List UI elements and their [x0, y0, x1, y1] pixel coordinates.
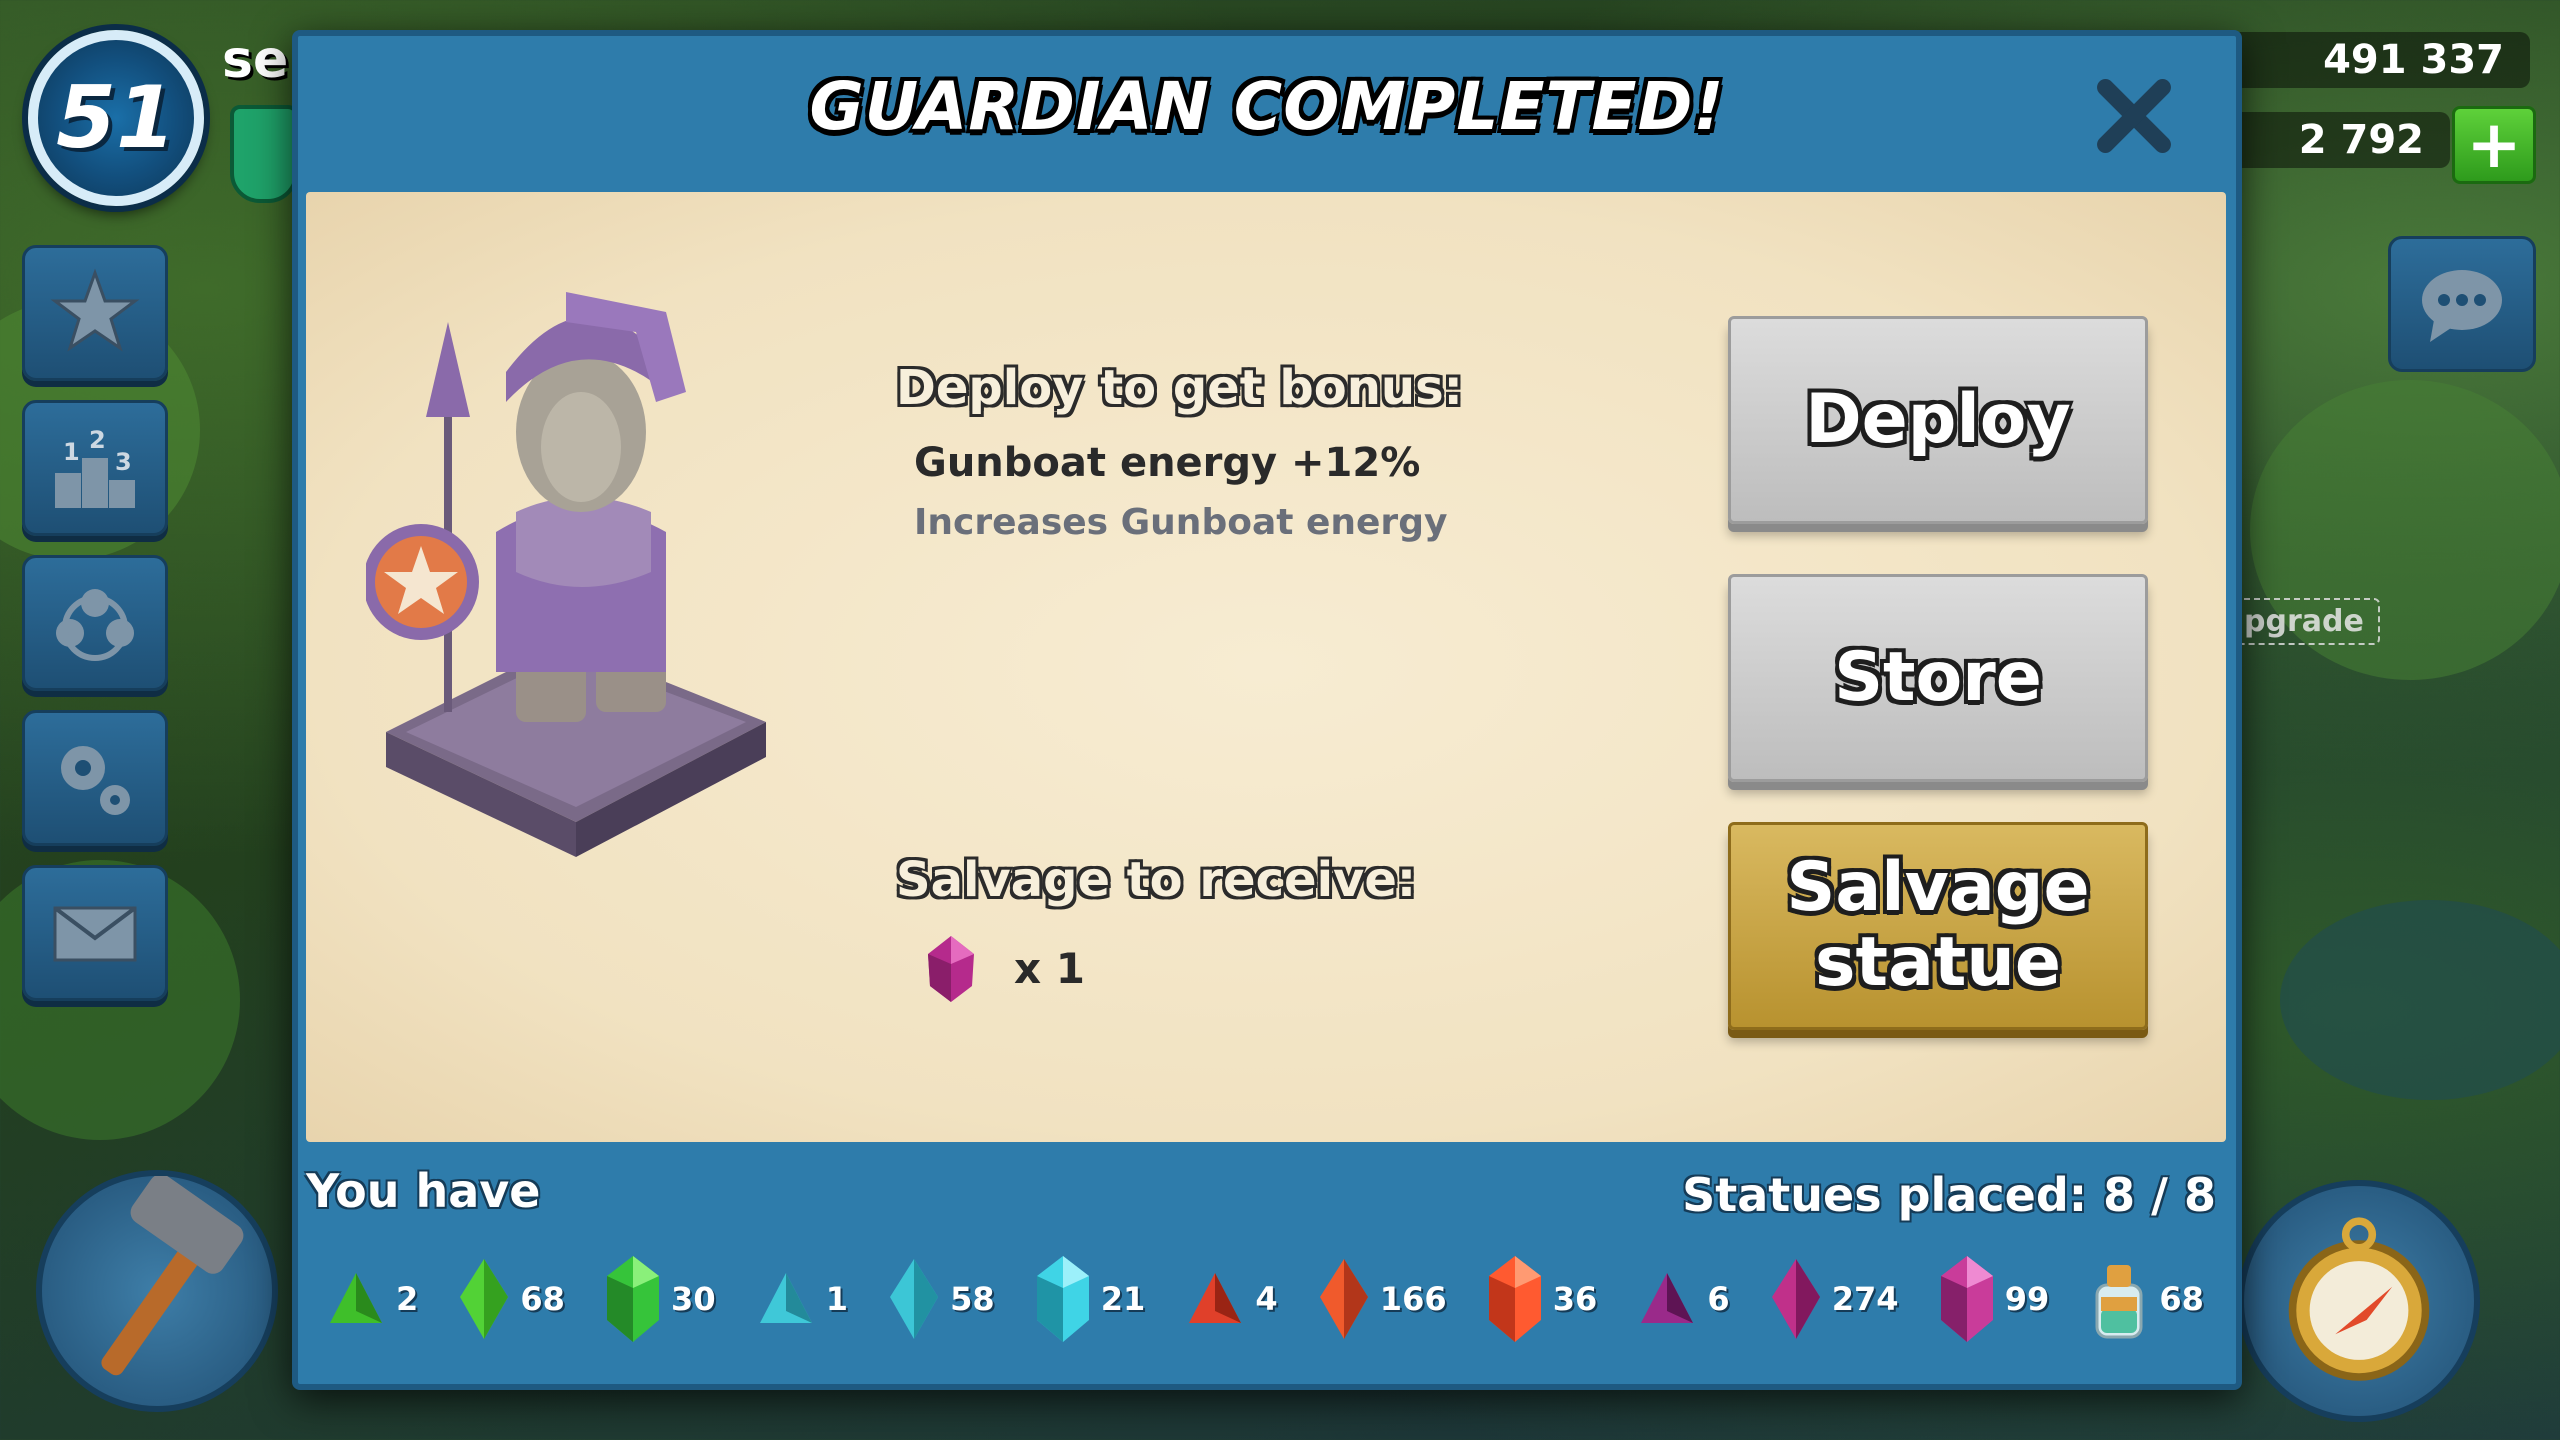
stars-icon — [50, 268, 140, 352]
inventory-item: 166 — [1316, 1257, 1447, 1341]
player-level: 51 — [56, 68, 176, 168]
inventory-count: 6 — [1707, 1280, 1730, 1318]
green-fragment-icon — [330, 1273, 382, 1323]
svg-text:2: 2 — [89, 426, 106, 454]
inventory-count: 1 — [825, 1280, 848, 1318]
inventory-count: 58 — [950, 1280, 995, 1318]
blue-fragment-icon — [759, 1273, 812, 1323]
inventory-item: 1 — [754, 1267, 848, 1331]
powder-jar-icon — [2095, 1265, 2143, 1339]
inventory-item: 6 — [1635, 1267, 1730, 1331]
ranking-podium-button[interactable]: 1 2 3 — [22, 400, 168, 536]
statues-placed-count: Statues placed: 8 / 8 — [1682, 1168, 2216, 1222]
inventory-count: 4 — [1255, 1280, 1278, 1318]
inventory-item: 4 — [1183, 1267, 1278, 1331]
inventory-item: 68 — [2087, 1257, 2204, 1341]
inventory-count: 2 — [396, 1280, 419, 1318]
salvage-button-label-line2: statue — [1815, 923, 2061, 1002]
inventory-item: 36 — [1485, 1254, 1598, 1344]
purple-shard-icon — [1771, 1259, 1820, 1339]
inventory-count: 99 — [2004, 1280, 2050, 1318]
bonus-description: Increases Gunboat energy — [914, 502, 1448, 543]
purple-fragment-icon — [1641, 1273, 1694, 1323]
inventory-count: 30 — [671, 1280, 716, 1318]
red-shard-icon — [1319, 1259, 1368, 1339]
bonus-heading: Deploy to get bonus: — [896, 360, 1463, 416]
gear-icon — [61, 746, 130, 815]
inventory-item: 99 — [1937, 1254, 2050, 1344]
salvage-statue-button[interactable]: Salvage statue — [1728, 822, 2148, 1030]
hammer-icon — [101, 1174, 244, 1376]
salvage-button-label-line1: Salvage — [1786, 848, 2090, 928]
task-force-button[interactable] — [22, 555, 168, 691]
inventory-count: 68 — [2159, 1280, 2204, 1318]
inventory-item: 21 — [1033, 1254, 1146, 1344]
player-level-badge[interactable]: 51 — [28, 30, 204, 206]
bonus-title: Gunboat energy +12% — [914, 440, 1421, 486]
you-have-label: You have — [306, 1164, 541, 1218]
water-area — [2280, 900, 2560, 1100]
blue-crystal-icon — [1036, 1256, 1089, 1342]
purple-crystal-icon — [928, 936, 974, 1002]
upgrade-tag[interactable]: pgrade — [2228, 598, 2380, 645]
salvage-quantity: x 1 — [1014, 944, 1085, 993]
guardian-completed-dialog: GUARDIAN COMPLETED! Deploy to get bonus:… — [292, 30, 2242, 1390]
inventory-item: 68 — [456, 1257, 565, 1341]
purple-crystal-icon — [1940, 1256, 1993, 1342]
map-compass-button[interactable] — [2238, 1180, 2480, 1422]
podium-icon: 1 2 3 — [55, 426, 135, 508]
svg-text:1: 1 — [63, 438, 80, 466]
inventory-count: 68 — [520, 1280, 565, 1318]
inventory-item: 58 — [886, 1257, 995, 1341]
crystal-inventory: 2 68 30 1 58 21 4 166 36 6 274 99 68 — [324, 1244, 2204, 1354]
build-hammer-button[interactable] — [36, 1170, 278, 1412]
inventory-count: 36 — [1552, 1280, 1598, 1318]
diamond-amount: 2 792 — [2298, 117, 2424, 163]
green-crystal-icon — [607, 1256, 660, 1342]
inventory-count: 166 — [1379, 1280, 1447, 1318]
compass-icon — [2288, 1217, 2430, 1381]
inventory-item: 30 — [603, 1254, 716, 1344]
dialog-title: GUARDIAN COMPLETED! — [809, 68, 1725, 145]
dialog-content-panel: Deploy to get bonus: Gunboat energy +12%… — [306, 192, 2226, 1142]
rank-shield-icon[interactable] — [230, 105, 298, 203]
close-icon — [2097, 79, 2171, 153]
red-fragment-icon — [1189, 1273, 1242, 1323]
inventory-item: 274 — [1768, 1257, 1899, 1341]
player-name: se — [222, 30, 289, 90]
green-shard-icon — [460, 1259, 509, 1339]
gold-amount: 491 337 — [2323, 37, 2504, 83]
mail-icon — [53, 906, 137, 962]
blue-shard-icon — [890, 1259, 939, 1339]
guardian-statue-image — [366, 292, 766, 857]
svg-text:3: 3 — [115, 448, 132, 476]
inventory-count: 274 — [1831, 1280, 1899, 1318]
red-crystal-icon — [1488, 1256, 1541, 1342]
chat-button[interactable] — [2388, 236, 2536, 372]
group-icon — [56, 589, 134, 661]
chat-bubble-icon — [2422, 270, 2502, 342]
inventory-item: 2 — [324, 1267, 418, 1331]
settings-button[interactable] — [22, 710, 168, 846]
inventory-count: 21 — [1100, 1280, 1146, 1318]
store-button[interactable]: Store — [1728, 574, 2148, 782]
close-button[interactable] — [2084, 66, 2184, 166]
leaderboard-stars-button[interactable] — [22, 245, 168, 381]
mail-button[interactable] — [22, 865, 168, 1001]
buy-diamonds-button[interactable]: + — [2452, 106, 2536, 184]
salvage-heading: Salvage to receive: — [896, 852, 1417, 908]
deploy-button[interactable]: Deploy — [1728, 316, 2148, 524]
